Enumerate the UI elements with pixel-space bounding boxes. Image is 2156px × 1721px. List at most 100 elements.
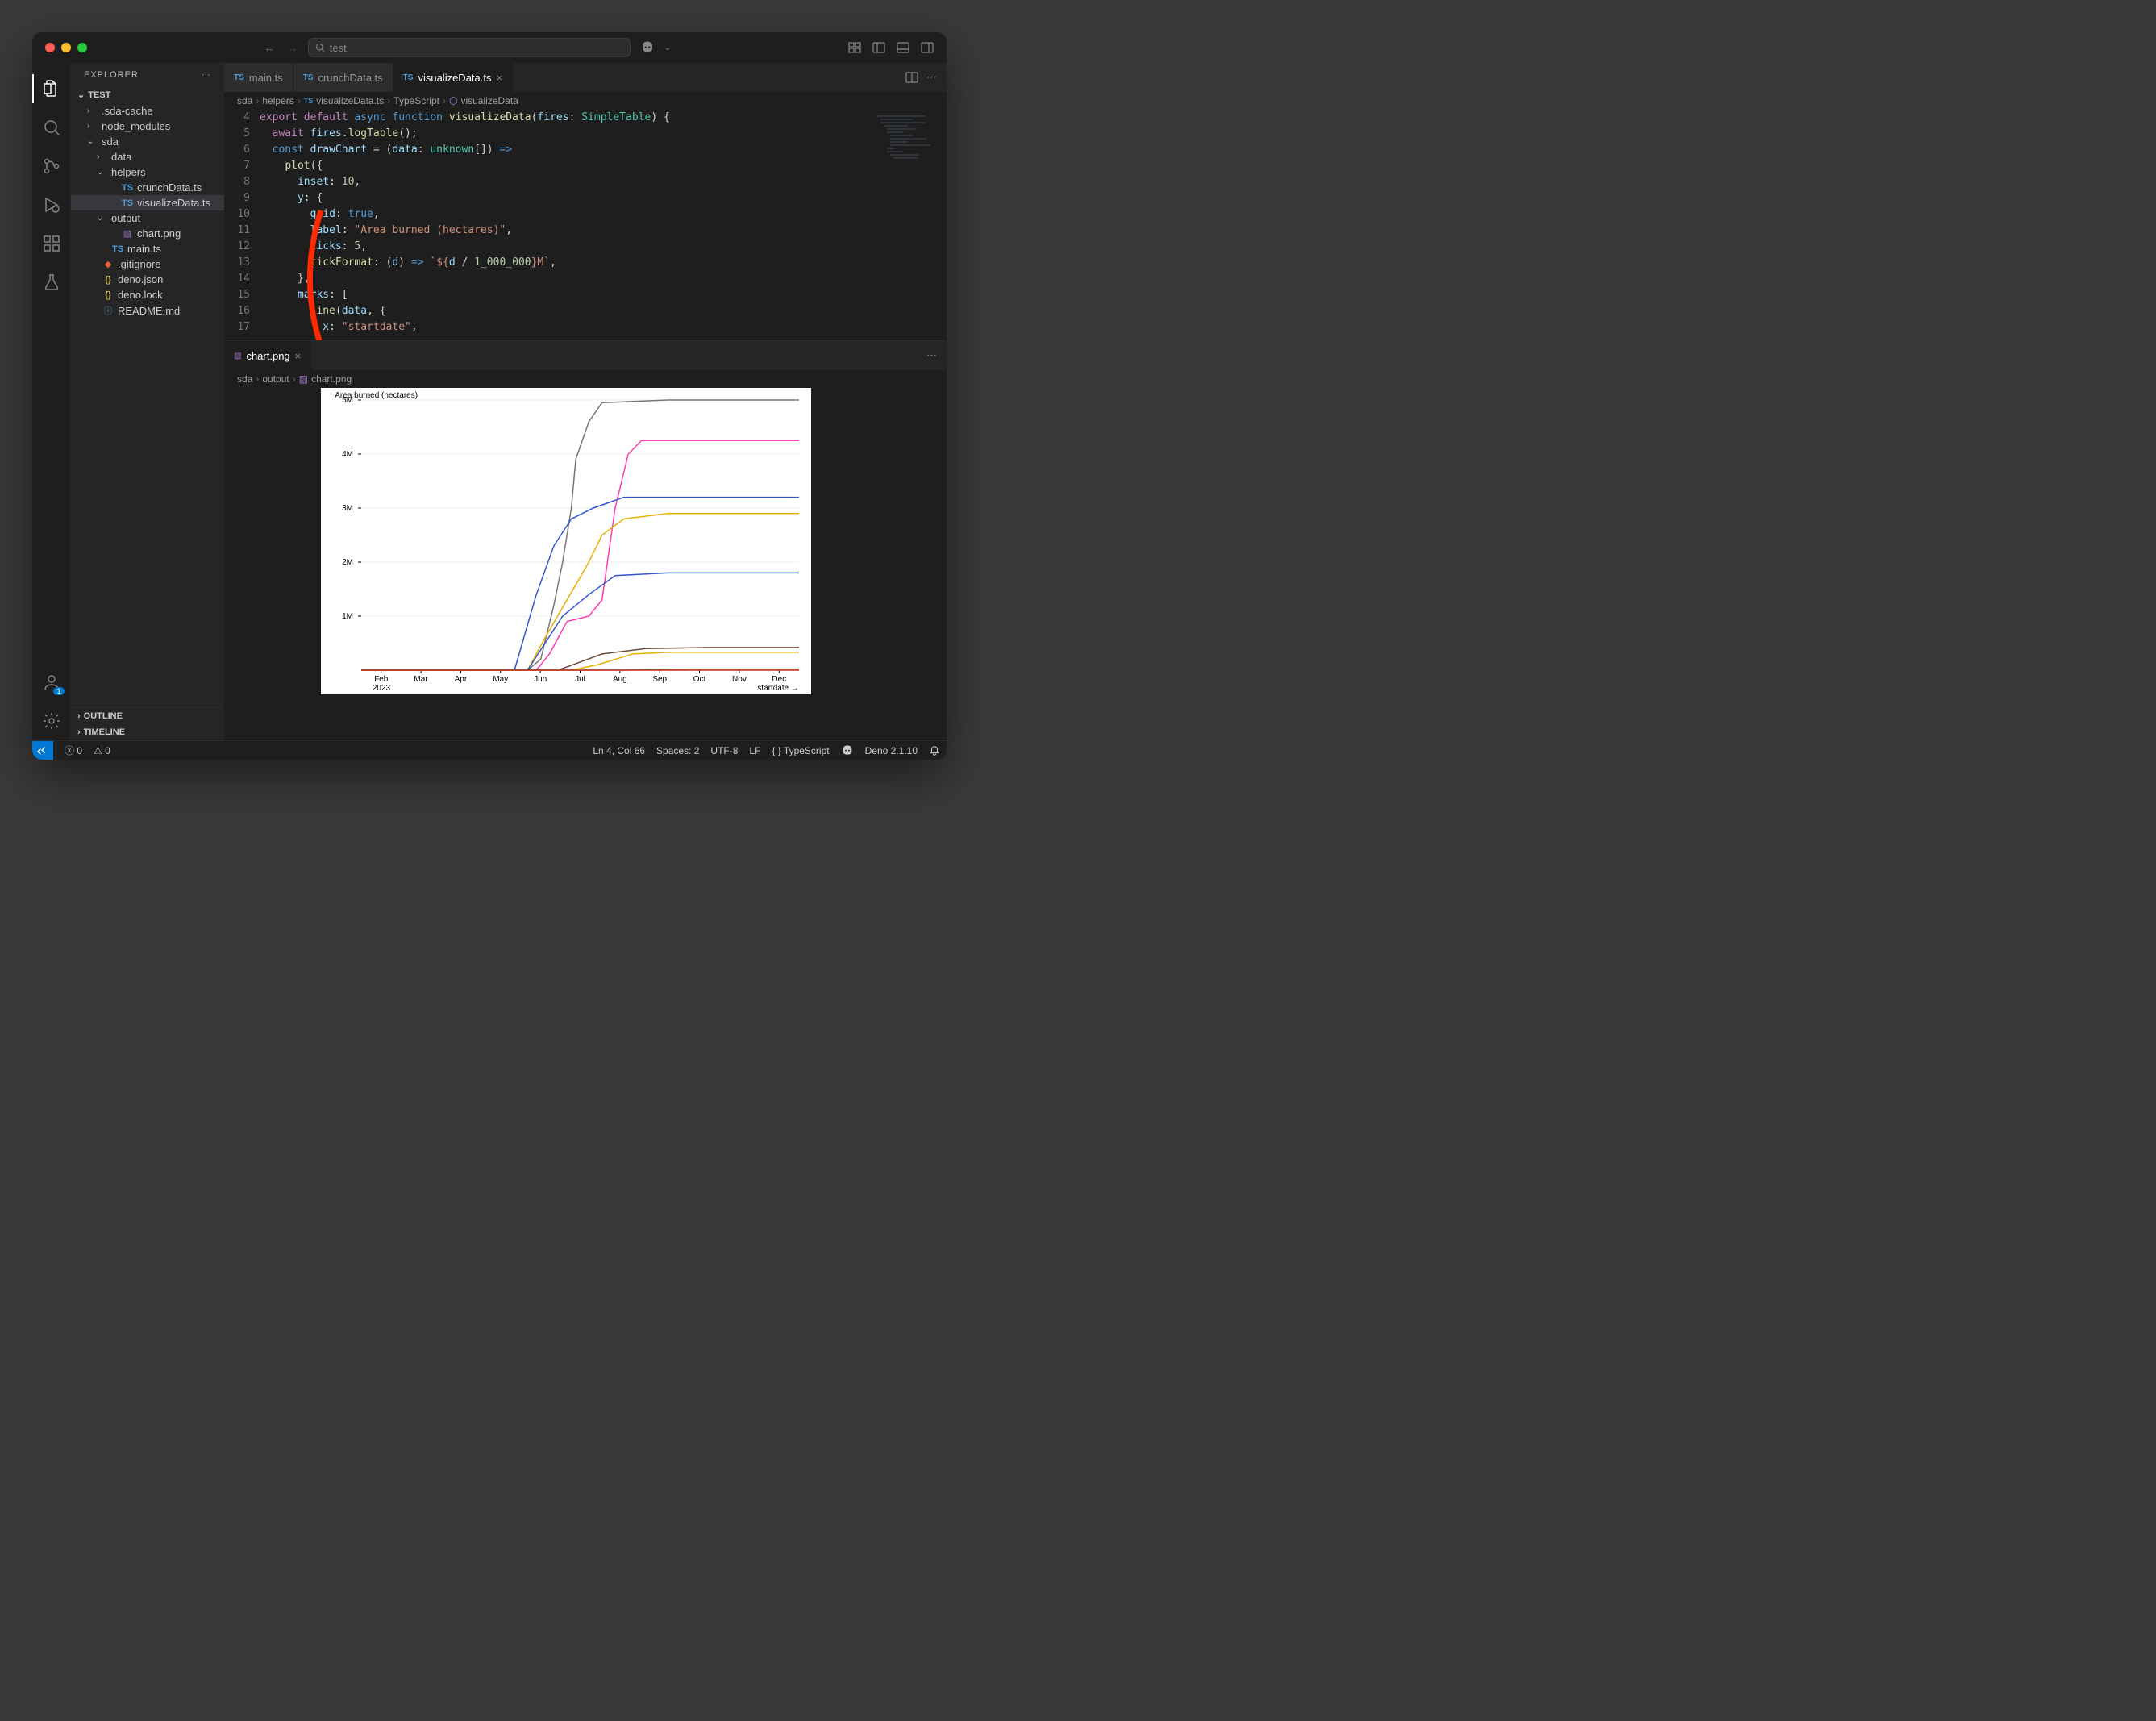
run-debug-icon[interactable]: [32, 185, 71, 224]
notifications-bell-icon[interactable]: [929, 745, 940, 756]
svg-text:May: May: [493, 675, 508, 684]
file-tree: ›.sda-cache›node_modules⌄sda›data⌄helper…: [71, 103, 224, 707]
tab-main-ts[interactable]: TSmain.ts: [224, 63, 293, 92]
nav-forward-icon[interactable]: →: [288, 42, 298, 54]
split-editor-icon[interactable]: [905, 71, 918, 84]
code-editor[interactable]: 4567891011121314151617 export default as…: [224, 110, 947, 340]
file-label: deno.json: [118, 273, 163, 285]
breadcrumb-item[interactable]: output: [262, 373, 289, 385]
file-label: .sda-cache: [102, 105, 153, 117]
chevron-icon: ›: [97, 152, 108, 161]
maximize-window[interactable]: [77, 43, 87, 52]
preview-tabs: ▧ chart.png × ⋯: [224, 341, 947, 370]
folder-item[interactable]: ⌄output: [71, 210, 224, 226]
file-label: output: [111, 212, 140, 224]
folder-item[interactable]: ›.sda-cache: [71, 103, 224, 119]
warnings-indicator[interactable]: ⚠ 0: [94, 745, 110, 756]
folder-root[interactable]: ⌄ TEST: [71, 86, 224, 103]
editor-tabs: TSmain.tsTScrunchData.tsTSvisualizeData.…: [224, 63, 947, 92]
titlebar: ← → test ⌄: [32, 32, 947, 63]
preview-pane: ▧ chart.png × ⋯ sda›output›▧chart.png ↑ …: [224, 340, 947, 740]
deno-version[interactable]: Deno 2.1.10: [865, 745, 918, 756]
file-item[interactable]: {}deno.json: [71, 272, 224, 287]
settings-gear-icon[interactable]: [32, 702, 71, 740]
preview-breadcrumb[interactable]: sda›output›▧chart.png: [224, 370, 947, 388]
source-control-icon[interactable]: [32, 147, 71, 185]
folder-item[interactable]: ⌄helpers: [71, 165, 224, 180]
image-icon: ▧: [299, 373, 308, 385]
explorer-icon[interactable]: [32, 69, 71, 108]
breadcrumb-item[interactable]: visualizeData.ts: [316, 95, 384, 106]
file-item[interactable]: TSmain.ts: [71, 241, 224, 256]
chevron-right-icon: ›: [77, 711, 81, 721]
explorer-more-icon[interactable]: ⋯: [202, 69, 211, 80]
folder-item[interactable]: ⌄sda: [71, 134, 224, 149]
timeline-section[interactable]: ›TIMELINE: [71, 724, 224, 740]
close-window[interactable]: [45, 43, 55, 52]
more-icon[interactable]: ⋯: [926, 349, 937, 362]
code-lines[interactable]: export default async function visualizeD…: [260, 110, 947, 340]
folder-item[interactable]: ›node_modules: [71, 119, 224, 134]
svg-text:Dec: Dec: [772, 675, 786, 684]
file-label: .gitignore: [118, 258, 160, 270]
close-icon[interactable]: ×: [295, 350, 302, 362]
svg-text:3M: 3M: [342, 504, 353, 513]
image-icon: ▧: [234, 352, 241, 360]
more-icon[interactable]: ⋯: [926, 71, 937, 84]
copilot-icon[interactable]: [640, 40, 655, 55]
minimap[interactable]: [874, 110, 947, 340]
remote-indicator[interactable]: [32, 741, 53, 760]
search-side-icon[interactable]: [32, 108, 71, 147]
ts-icon: TS: [234, 73, 244, 82]
breadcrumb[interactable]: sda›helpers›TSvisualizeData.ts›TypeScrip…: [224, 92, 947, 110]
file-label: helpers: [111, 166, 146, 178]
minimize-window[interactable]: [61, 43, 71, 52]
svg-text:Jul: Jul: [575, 675, 585, 684]
breadcrumb-item[interactable]: TypeScript: [393, 95, 439, 106]
encoding[interactable]: UTF-8: [710, 745, 738, 756]
breadcrumb-item[interactable]: visualizeData: [460, 95, 518, 106]
outline-section[interactable]: ›OUTLINE: [71, 708, 224, 724]
breadcrumb-item[interactable]: chart.png: [311, 373, 352, 385]
errors-indicator[interactable]: ⓧ 0: [65, 744, 82, 757]
command-center-search[interactable]: test: [308, 38, 631, 57]
panel-bottom-icon[interactable]: [897, 41, 909, 54]
chevron-icon: ›: [87, 122, 98, 131]
chevron-down-icon[interactable]: ⌄: [664, 44, 671, 52]
file-item[interactable]: ◆.gitignore: [71, 256, 224, 272]
tab-chart-png[interactable]: ▧ chart.png ×: [224, 341, 311, 370]
language-mode[interactable]: { } TypeScript: [772, 745, 829, 756]
folder-item[interactable]: ›data: [71, 149, 224, 165]
file-label: data: [111, 151, 131, 163]
explorer-title: EXPLORER: [84, 70, 139, 80]
breadcrumb-item[interactable]: sda: [237, 373, 252, 385]
file-item[interactable]: TScrunchData.ts: [71, 180, 224, 195]
tab-crunchData-ts[interactable]: TScrunchData.ts: [293, 63, 393, 92]
search-icon: [315, 43, 325, 52]
root-label: TEST: [88, 90, 110, 100]
breadcrumb-item[interactable]: helpers: [262, 95, 293, 106]
nav-back-icon[interactable]: ←: [264, 42, 275, 54]
layout-toggle-icon[interactable]: [848, 41, 861, 54]
accounts-icon[interactable]: 1: [32, 663, 71, 702]
search-text: test: [330, 42, 347, 54]
copilot-status-icon[interactable]: [841, 744, 854, 757]
cursor-position[interactable]: Ln 4, Col 66: [593, 745, 645, 756]
svg-text:2023: 2023: [373, 684, 391, 693]
file-item[interactable]: {}deno.lock: [71, 287, 224, 302]
breadcrumb-item[interactable]: sda: [237, 95, 252, 106]
file-item[interactable]: TSvisualizeData.ts: [71, 195, 224, 210]
accounts-badge: 1: [53, 687, 64, 695]
file-item[interactable]: ▧chart.png: [71, 226, 224, 241]
extensions-icon[interactable]: [32, 224, 71, 263]
indent-setting[interactable]: Spaces: 2: [656, 745, 699, 756]
panel-left-icon[interactable]: [872, 41, 885, 54]
svg-text:Feb: Feb: [374, 675, 389, 684]
file-item[interactable]: ⓘREADME.md: [71, 302, 224, 319]
eol[interactable]: LF: [749, 745, 760, 756]
close-icon[interactable]: ×: [497, 72, 503, 84]
tab-visualizeData-ts[interactable]: TSvisualizeData.ts×: [393, 63, 513, 92]
panel-right-icon[interactable]: [921, 41, 934, 54]
testing-icon[interactable]: [32, 263, 71, 302]
file-label: chart.png: [137, 227, 181, 240]
